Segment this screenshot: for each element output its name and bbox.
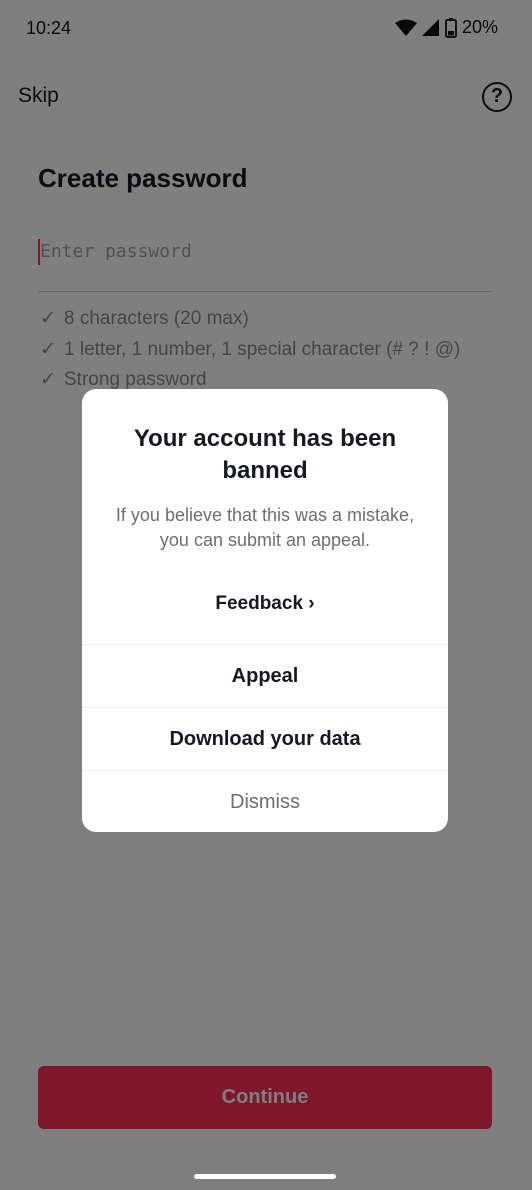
home-indicator[interactable] [194, 1174, 336, 1179]
download-data-button[interactable]: Download your data [82, 707, 448, 770]
dialog-title: Your account has been banned [133, 425, 397, 484]
appeal-button[interactable]: Appeal [82, 644, 448, 707]
chevron-right-icon: › [308, 593, 315, 614]
feedback-link[interactable]: Feedback › [82, 593, 448, 615]
ban-dialog: Your account has been banned If you beli… [82, 389, 448, 832]
feedback-label: Feedback [215, 593, 304, 614]
dismiss-button[interactable]: Dismiss [82, 770, 448, 832]
dialog-message: If you believe that this was a mistake, … [115, 505, 415, 550]
